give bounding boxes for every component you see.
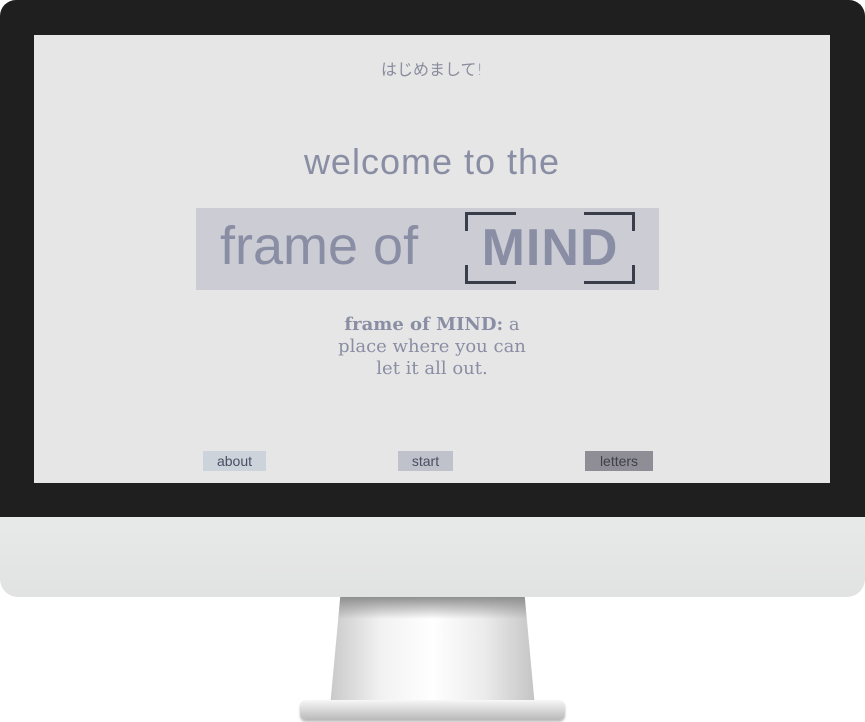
tagline-line-3: let it all out. [376, 358, 488, 379]
about-button[interactable]: about [203, 451, 266, 471]
logo-mind-text: MIND [481, 219, 619, 277]
greeting-text: はじめまして! [381, 60, 483, 79]
tagline-line-2: place where you can [338, 336, 526, 357]
start-button[interactable]: start [398, 451, 453, 471]
tagline-line-1: frame of MIND: a [34, 314, 830, 336]
monitor-stand [330, 597, 535, 707]
tagline: frame of MIND: a place where you can let… [34, 314, 830, 380]
monitor-chin [0, 517, 865, 597]
tagline-brand: frame of MIND: [344, 314, 504, 335]
site-logo: frame of MIND [196, 208, 659, 290]
welcome-heading: welcome to the [303, 141, 561, 182]
screen: はじめまして! welcome to the frame of MIND fra… [34, 35, 830, 483]
monitor-mockup: はじめまして! welcome to the frame of MIND fra… [0, 0, 865, 722]
letters-button[interactable]: letters [585, 451, 653, 471]
logo-mind-frame: MIND [465, 212, 635, 284]
tagline-line-1-rest: a [503, 314, 520, 335]
logo-frame-of-text: frame of [220, 216, 419, 276]
monitor-stand-base [300, 700, 565, 720]
